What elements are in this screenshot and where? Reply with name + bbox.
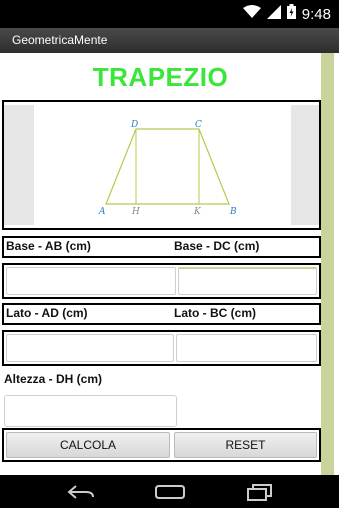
vertex-d-label: D (130, 120, 138, 130)
vertex-a-label: A (98, 207, 106, 217)
lato-bc-input[interactable] (176, 334, 317, 362)
base-dc-label: Base - DC (cm) (174, 239, 260, 253)
vertex-b-label: B (229, 207, 237, 217)
lato-labels-row: Lato - AD (cm) Lato - BC (cm) (2, 303, 321, 325)
back-icon[interactable] (66, 484, 96, 505)
clock: 9:48 (301, 5, 331, 23)
scrollbar[interactable] (321, 53, 334, 475)
home-icon[interactable] (154, 483, 186, 506)
navigation-bar (0, 475, 339, 508)
buttons-row: CALCOLA RESET (2, 428, 321, 462)
trapezoid-shape (105, 128, 230, 205)
lato-inputs-row (2, 330, 321, 366)
vertex-c-label: C (195, 120, 202, 130)
content-area: TRAPEZIO D C A H K B Base - AB (cm) Base… (0, 53, 339, 475)
page-title: TRAPEZIO (92, 62, 229, 92)
altezza-input[interactable] (4, 395, 177, 427)
base-labels-row: Base - AB (cm) Base - DC (cm) (2, 236, 321, 258)
battery-icon (286, 4, 296, 24)
foot-h-label: H (131, 207, 140, 217)
base-dc-input[interactable] (178, 267, 317, 295)
lato-ad-input[interactable] (6, 334, 174, 362)
base-inputs-row (2, 263, 321, 299)
trapezoid-figure: D C A H K B (34, 105, 291, 225)
status-bar: 9:48 (0, 0, 339, 28)
lato-bc-label: Lato - BC (cm) (174, 306, 256, 320)
app-title: GeometricaMente (12, 33, 108, 47)
signal-icon (266, 4, 281, 24)
app-title-bar: GeometricaMente (0, 28, 339, 53)
base-ab-input[interactable] (6, 267, 176, 295)
recents-icon[interactable] (246, 483, 274, 506)
lato-ad-label: Lato - AD (cm) (6, 306, 88, 320)
base-ab-label: Base - AB (cm) (6, 239, 91, 253)
trapezoid-figure-box: D C A H K B (2, 100, 321, 230)
altezza-label: Altezza - DH (cm) (4, 372, 103, 386)
reset-button[interactable]: RESET (174, 432, 317, 458)
foot-k-label: K (193, 207, 202, 217)
calcola-button[interactable]: CALCOLA (6, 432, 170, 458)
wifi-icon (242, 4, 261, 24)
